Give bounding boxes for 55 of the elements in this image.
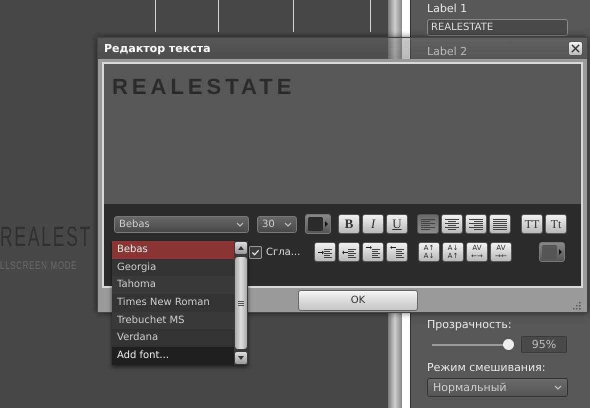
indent-arrow-icon xyxy=(390,246,404,258)
font-size-dropdown[interactable]: 30 xyxy=(257,216,297,232)
indent-arrow-icon xyxy=(318,246,332,258)
align-right-button[interactable] xyxy=(465,214,487,234)
case-button[interactable]: TT xyxy=(521,214,543,234)
scrollbar-thumb[interactable] xyxy=(235,257,247,349)
indent-arrow-icon xyxy=(342,246,356,258)
grip-lines-icon xyxy=(238,300,244,306)
align-center-icon xyxy=(445,218,459,230)
indent-button[interactable] xyxy=(362,242,384,262)
slider-thumb[interactable] xyxy=(503,339,514,350)
align-justify-button[interactable] xyxy=(489,214,511,234)
antialias-label: Сгла... xyxy=(266,246,302,258)
scroll-up-icon[interactable] xyxy=(238,246,244,250)
font-list-item[interactable]: Georgia xyxy=(112,258,234,276)
font-dropdown[interactable]: Bebas xyxy=(114,216,249,232)
opacity-slider[interactable] xyxy=(432,339,512,350)
checkmark-icon xyxy=(251,248,260,256)
close-button[interactable] xyxy=(568,41,583,56)
indent-button[interactable] xyxy=(386,242,408,262)
dialog-title: Редактор текста xyxy=(104,42,211,55)
scroll-down-icon[interactable] xyxy=(238,356,244,360)
resize-grip-icon[interactable] xyxy=(572,301,581,310)
blend-mode-label: Режим смешивания: xyxy=(427,361,546,375)
ok-button[interactable]: OK xyxy=(298,290,418,310)
bold-button[interactable]: B xyxy=(338,214,360,234)
chevron-down-icon xyxy=(236,222,244,226)
font-list-item[interactable]: Bebas xyxy=(112,241,234,259)
field-label: Label 2 xyxy=(427,45,468,59)
indent-button[interactable] xyxy=(314,242,336,262)
align-justify-icon xyxy=(493,218,507,230)
background-color-picker[interactable] xyxy=(539,242,565,262)
text-field[interactable]: REALESTATE xyxy=(427,19,568,36)
case-button[interactable]: Tt xyxy=(545,214,567,234)
font-list-item[interactable]: Trebuchet MS xyxy=(112,312,234,330)
underline-button[interactable]: U xyxy=(386,214,408,234)
font-list-item[interactable]: Verdana xyxy=(112,329,234,348)
text-color-picker[interactable] xyxy=(305,214,331,234)
indent-arrow-icon xyxy=(366,246,380,258)
align-right-icon xyxy=(469,218,483,230)
chevron-down-icon xyxy=(284,222,292,226)
opacity-value-field[interactable]: 95% xyxy=(521,336,567,353)
scrollbar[interactable] xyxy=(234,241,248,365)
add-font-item[interactable]: Add font... xyxy=(112,347,234,365)
italic-button[interactable]: I xyxy=(362,214,384,234)
align-left-icon xyxy=(421,218,435,230)
font-list-item[interactable]: Tahoma xyxy=(112,276,234,294)
font-list-item[interactable]: Times New Roman xyxy=(112,294,234,312)
indent-button[interactable] xyxy=(338,242,360,262)
blend-mode-dropdown[interactable]: Нормальный xyxy=(427,378,568,397)
opacity-label: Прозрачность: xyxy=(427,318,513,332)
align-center-button[interactable] xyxy=(441,214,463,234)
field-label: Label 1 xyxy=(427,2,468,16)
antialias-checkbox[interactable] xyxy=(249,246,262,258)
chevron-down-icon xyxy=(554,385,562,390)
